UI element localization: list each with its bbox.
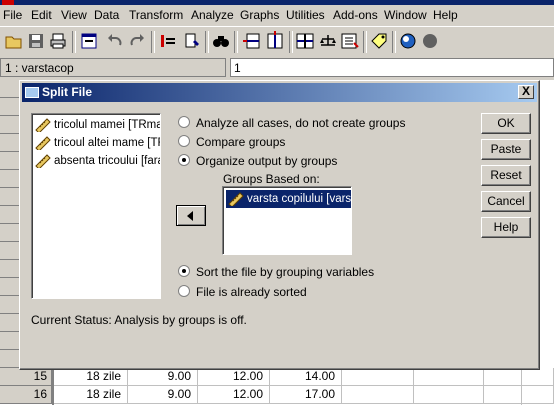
dialog-window-icon — [25, 87, 39, 98]
variable-item[interactable]: absenta tricoului [faraT] — [35, 152, 160, 170]
grid-cell[interactable]: 9.00 — [128, 386, 198, 404]
variable-label: tricoul altei mame [TRaltei] — [54, 137, 160, 149]
toolbar-separator — [72, 31, 76, 53]
grid-cell[interactable]: 12.00 — [198, 368, 270, 386]
current-status-text: Current Status: Analysis by groups is of… — [31, 313, 247, 327]
toolbar — [0, 26, 554, 58]
cancel-button[interactable]: Cancel — [481, 191, 531, 212]
group-variable-label: varsta copilului [varsta] — [247, 193, 351, 205]
radio-label: Analyze all cases, do not create groups — [196, 116, 406, 130]
scale-variable-icon — [228, 192, 244, 206]
menu-edit[interactable]: Edit — [31, 8, 52, 22]
open-icon[interactable] — [4, 31, 24, 51]
grid-cell[interactable] — [484, 368, 554, 386]
grid-cell[interactable] — [342, 386, 414, 404]
variable-item[interactable]: tricoul altei mame [TRaltei] — [35, 134, 160, 152]
paste-button[interactable]: Paste — [481, 139, 531, 160]
grid-cell[interactable]: 17.00 — [270, 386, 342, 404]
radio-circle — [178, 285, 190, 297]
select-cases-icon[interactable] — [340, 31, 360, 51]
menu-transform[interactable]: Transform — [129, 8, 183, 22]
insert-variable-icon[interactable] — [265, 31, 285, 51]
left-arrow-icon — [187, 211, 193, 221]
radio-label: Organize output by groups — [196, 154, 338, 168]
radio-sort-file[interactable]: Sort the file by grouping variables — [178, 265, 374, 279]
insert-cases-icon[interactable] — [241, 31, 261, 51]
radio-label: Compare groups — [196, 135, 286, 149]
split-file-icon[interactable] — [295, 31, 315, 51]
save-icon[interactable] — [26, 31, 46, 51]
goto-case-icon[interactable] — [158, 31, 178, 51]
menu-file[interactable]: File — [3, 8, 22, 22]
toolbar-separator — [205, 31, 209, 53]
radio-circle — [178, 135, 190, 147]
grid-cell[interactable]: 18 zile — [54, 386, 128, 404]
scale-variable-icon — [35, 136, 51, 150]
toolbar-separator — [363, 31, 367, 53]
source-variable-list[interactable]: tricolul mamei [TRmamei] tricoul altei m… — [31, 113, 161, 299]
toolbar-separator — [234, 31, 238, 53]
move-variable-button[interactable] — [176, 205, 206, 226]
dialog-title: Split File — [42, 85, 93, 99]
grid-cell[interactable]: 12.00 — [198, 386, 270, 404]
groups-based-on-label: Groups Based on: — [223, 172, 320, 186]
radio-circle-selected — [178, 265, 190, 277]
cell-reference: 1 : varstacop — [0, 58, 226, 77]
menu-graphs[interactable]: Graphs — [240, 8, 279, 22]
menu-bar: File Edit View Data Transform Analyze Gr… — [0, 5, 554, 25]
grid-cell[interactable] — [342, 368, 414, 386]
reset-button[interactable]: Reset — [481, 165, 531, 186]
ok-button[interactable]: OK — [481, 113, 531, 134]
group-variable-item[interactable]: varsta copilului [varsta] — [226, 190, 351, 208]
grid-cell[interactable] — [414, 386, 484, 404]
dialog-title-bar[interactable]: Split File X — [22, 83, 537, 102]
variable-item[interactable]: tricolul mamei [TRmamei] — [35, 116, 160, 134]
toolbar-separator — [151, 31, 155, 53]
menu-addons[interactable]: Add-ons — [333, 8, 378, 22]
radio-already-sorted[interactable]: File is already sorted — [178, 285, 307, 299]
split-file-dialog: Split File X tricolul mamei [TRmamei] tr… — [19, 80, 540, 370]
toolbar-separator — [392, 31, 396, 53]
value-labels-icon[interactable] — [369, 31, 389, 51]
row-header-16[interactable]: 16 — [0, 386, 52, 404]
scale-variable-icon — [35, 118, 51, 132]
cell-value-input[interactable]: 1 — [230, 58, 554, 77]
radio-analyze-all[interactable]: Analyze all cases, do not create groups — [178, 116, 405, 130]
toolbar-separator — [289, 31, 293, 53]
redo-icon[interactable] — [127, 31, 147, 51]
menu-analyze[interactable]: Analyze — [191, 8, 234, 22]
close-button[interactable]: X — [518, 85, 534, 99]
radio-compare-groups[interactable]: Compare groups — [178, 135, 285, 149]
menu-window[interactable]: Window — [384, 8, 427, 22]
menu-view[interactable]: View — [61, 8, 87, 22]
menu-data[interactable]: Data — [94, 8, 119, 22]
scale-variable-icon — [35, 154, 51, 168]
use-sets-icon[interactable] — [398, 31, 418, 51]
grid-cell[interactable]: 9.00 — [128, 368, 198, 386]
radio-label: File is already sorted — [196, 285, 307, 299]
variable-label: tricolul mamei [TRmamei] — [54, 119, 160, 131]
grid-cell[interactable] — [414, 368, 484, 386]
undo-icon[interactable] — [105, 31, 125, 51]
variables-icon[interactable] — [182, 31, 202, 51]
menu-utilities[interactable]: Utilities — [286, 8, 325, 22]
grid-cell[interactable]: 14.00 — [270, 368, 342, 386]
find-icon[interactable] — [211, 31, 231, 51]
show-all-variables-icon[interactable] — [420, 31, 440, 51]
radio-circle-selected — [178, 154, 190, 166]
grid-cell[interactable]: 18 zile — [54, 368, 128, 386]
radio-circle — [178, 116, 190, 128]
dialog-recall-icon[interactable] — [79, 31, 99, 51]
radio-label: Sort the file by grouping variables — [196, 265, 375, 279]
row-header-15[interactable]: 15 — [0, 368, 52, 386]
print-icon[interactable] — [48, 31, 68, 51]
radio-organize-output[interactable]: Organize output by groups — [178, 154, 337, 168]
groups-based-on-list[interactable]: varsta copilului [varsta] — [222, 186, 352, 255]
help-button[interactable]: Help — [481, 217, 531, 238]
grid-cell[interactable] — [484, 386, 554, 404]
variable-label: absenta tricoului [faraT] — [54, 155, 160, 167]
menu-help[interactable]: Help — [433, 8, 458, 22]
cell-editor-bar: 1 : varstacop 1 — [0, 57, 554, 79]
weight-cases-icon[interactable] — [318, 31, 338, 51]
